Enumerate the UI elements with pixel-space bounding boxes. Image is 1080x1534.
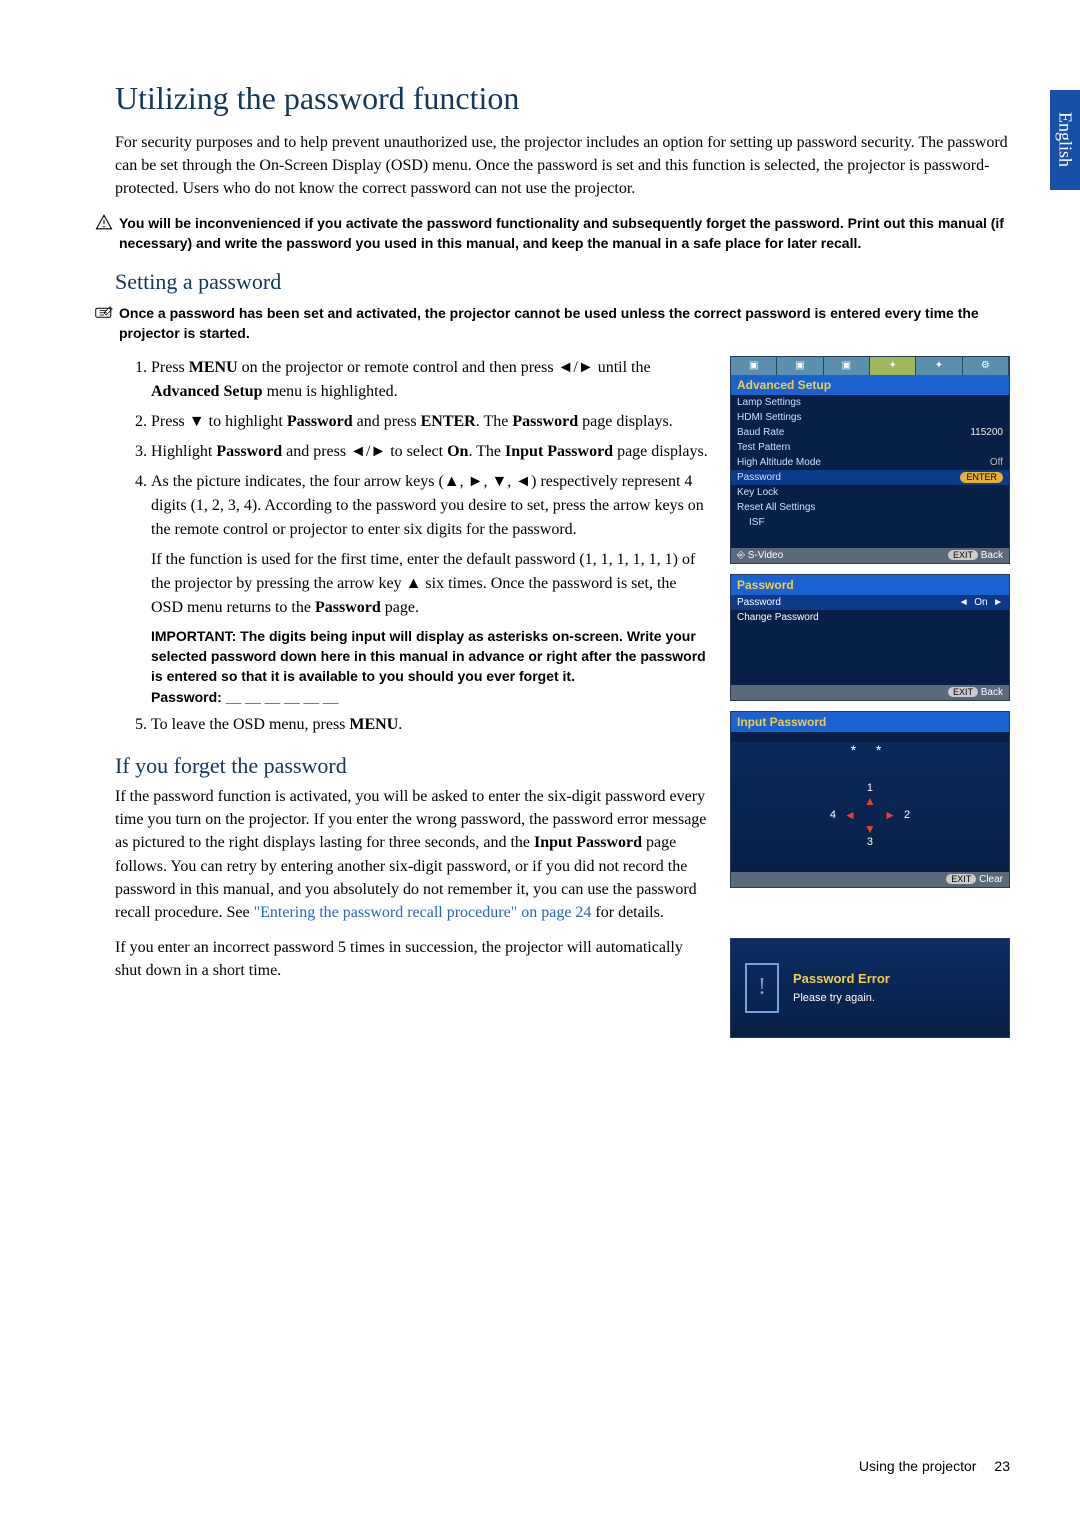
error-subtitle: Please try again.: [793, 992, 890, 1004]
password-stars: * *: [731, 742, 1009, 758]
alert-icon: !: [745, 963, 779, 1013]
password-write-line: Password: __ __ __ __ __ __: [151, 689, 339, 705]
osd-input-password: Input Password * * 1 ▲ 4 ◄ ► 2 ▼ 3 EXIT …: [730, 711, 1010, 888]
osd3-title: Input Password: [731, 712, 1009, 732]
password-error-box: ! Password Error Please try again.: [730, 938, 1010, 1038]
note-text: Once a password has been set and activat…: [119, 303, 1010, 344]
heading-utilizing: Utilizing the password function: [115, 80, 1010, 117]
important-note: IMPORTANT: The digits being input will d…: [151, 626, 710, 707]
heading-forget-password: If you forget the password: [115, 753, 710, 779]
warning-icon: [95, 213, 113, 231]
page-footer: Using the projector23: [859, 1458, 1010, 1474]
osd-tabs: ▣▣▣ ✦✦⚙: [731, 357, 1009, 375]
osd1-password-row: PasswordENTER: [731, 470, 1009, 485]
heading-setting-password: Setting a password: [115, 269, 1010, 295]
error-title: Password Error: [793, 971, 890, 986]
osd2-title: Password: [731, 575, 1009, 595]
forget-paragraph-2: If you enter an incorrect password 5 tim…: [115, 936, 710, 982]
step-2: Press ▼ to highlight Password and press …: [151, 410, 710, 434]
osd2-password-row: Password ◄ On ►: [731, 595, 1009, 610]
step-4: As the picture indicates, the four arrow…: [151, 470, 710, 707]
intro-paragraph: For security purposes and to help preven…: [115, 131, 1010, 201]
step-3: Highlight Password and press ◄/► to sele…: [151, 440, 710, 464]
warning-block: You will be inconvenienced if you activa…: [95, 213, 1010, 254]
step-1: Press MENU on the projector or remote co…: [151, 356, 710, 404]
dpad-indicator: 1 ▲ 4 ◄ ► 2 ▼ 3: [830, 782, 910, 848]
forget-paragraph-1: If the password function is activated, y…: [115, 785, 710, 924]
osd1-title: Advanced Setup: [731, 375, 1009, 395]
note-block: Once a password has been set and activat…: [95, 303, 1010, 344]
warning-text: You will be inconvenienced if you activa…: [119, 213, 1010, 254]
steps-list: Press MENU on the projector or remote co…: [115, 356, 710, 737]
osd-advanced-setup: ▣▣▣ ✦✦⚙ Advanced Setup Lamp Settings HDM…: [730, 356, 1010, 564]
step-5: To leave the OSD menu, press MENU.: [151, 713, 710, 737]
osd-password: Password Password ◄ On ► Change Password…: [730, 574, 1010, 701]
note-icon: [95, 303, 113, 321]
language-tab: English: [1050, 90, 1080, 190]
page-content: Utilizing the password function For secu…: [0, 0, 1080, 1038]
link-recall-procedure[interactable]: "Entering the password recall procedure"…: [254, 904, 592, 921]
